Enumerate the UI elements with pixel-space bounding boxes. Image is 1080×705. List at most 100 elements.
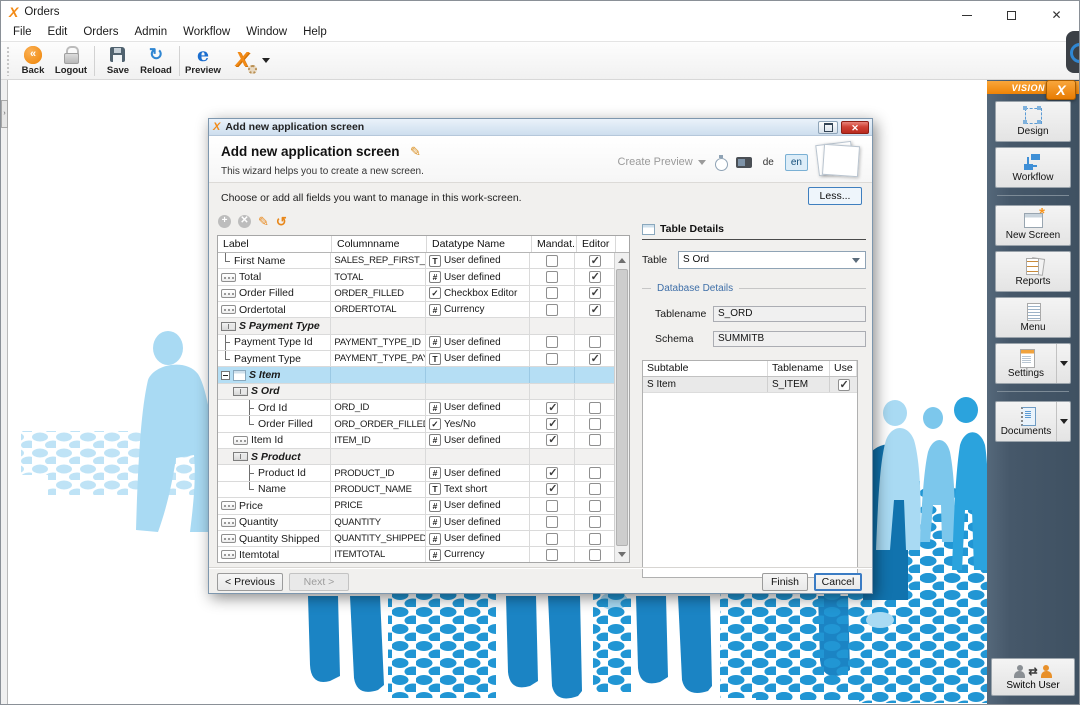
video-icon[interactable] xyxy=(736,157,752,168)
remove-row-icon[interactable]: ✕ xyxy=(238,215,251,228)
sidebar-item-menu[interactable]: Menu xyxy=(995,297,1071,338)
previous-button[interactable]: < Previous xyxy=(217,573,283,591)
column-header-datatype-name[interactable]: Datatype Name xyxy=(427,236,532,252)
use-checkbox[interactable] xyxy=(838,379,850,391)
mandatory-checkbox[interactable] xyxy=(546,418,558,430)
table-row[interactable]: Order FilledORD_ORDER_FILLED✓Yes/No xyxy=(218,416,614,432)
stopwatch-icon[interactable] xyxy=(714,155,728,170)
table-row[interactable]: Product IdPRODUCT_ID#User defined xyxy=(218,465,614,481)
editor-checkbox[interactable] xyxy=(589,516,601,528)
language-toggle-de[interactable]: de xyxy=(760,155,777,170)
menu-item-orders[interactable]: Orders xyxy=(75,24,126,40)
scroll-up-icon[interactable] xyxy=(615,253,629,268)
mandatory-checkbox[interactable] xyxy=(546,483,558,495)
tablename-field[interactable]: S_ORD xyxy=(713,306,866,322)
subtable-column-header-subtable[interactable]: Subtable xyxy=(643,361,768,376)
editor-checkbox[interactable] xyxy=(589,483,601,495)
table-row[interactable]: Payment TypePAYMENT_TYPE_PAYMEN...TUser … xyxy=(218,351,614,367)
grid-scrollbar[interactable] xyxy=(614,253,629,562)
vision-x-badge-icon[interactable]: X xyxy=(1046,80,1076,100)
table-row[interactable]: Item IdITEM_ID#User defined xyxy=(218,433,614,449)
table-row[interactable]: Quantity ShippedQUANTITY_SHIPPED#User de… xyxy=(218,531,614,547)
toolbar-button-save[interactable]: Save xyxy=(99,44,137,78)
toolbar-button-logout[interactable]: Logout xyxy=(52,44,90,78)
table-row[interactable]: Ord IdORD_ID#User defined xyxy=(218,400,614,416)
table-select[interactable]: S Ord xyxy=(678,251,866,269)
mandatory-checkbox[interactable] xyxy=(546,336,558,348)
column-header-mandat-[interactable]: Mandat... xyxy=(532,236,577,252)
editor-checkbox[interactable] xyxy=(589,434,601,446)
table-row[interactable]: S Ord xyxy=(218,384,614,400)
visionx-logo-icon[interactable]: X xyxy=(226,46,258,76)
editor-checkbox[interactable] xyxy=(589,271,601,283)
subtable-column-header-tablename[interactable]: Tablename xyxy=(768,361,830,376)
mandatory-checkbox[interactable] xyxy=(546,271,558,283)
editor-checkbox[interactable] xyxy=(589,549,601,561)
less-button[interactable]: Less... xyxy=(808,187,862,205)
editor-checkbox[interactable] xyxy=(589,304,601,316)
column-header-label[interactable]: Label xyxy=(218,236,332,252)
editor-checkbox[interactable] xyxy=(589,418,601,430)
cancel-button[interactable]: Cancel xyxy=(814,573,862,591)
editor-checkbox[interactable] xyxy=(589,533,601,545)
add-row-icon[interactable]: + xyxy=(218,215,231,228)
table-row[interactable]: TotalTOTAL#User defined xyxy=(218,269,614,285)
switch-user-button[interactable]: ⇄ Switch User xyxy=(991,658,1075,696)
dropdown-arrow-icon[interactable] xyxy=(1056,344,1070,383)
preview-thumbnail[interactable] xyxy=(816,142,862,180)
editor-checkbox[interactable] xyxy=(589,402,601,414)
left-splitter[interactable]: › xyxy=(1,80,8,704)
menu-item-edit[interactable]: Edit xyxy=(40,24,76,40)
menu-item-window[interactable]: Window xyxy=(238,24,295,40)
docked-panel-peek[interactable] xyxy=(1066,31,1079,73)
table-row[interactable]: Order FilledORDER_FILLED✓Checkbox Editor xyxy=(218,286,614,302)
dialog-restore-button[interactable] xyxy=(818,121,838,134)
menu-item-file[interactable]: File xyxy=(5,24,40,40)
table-row[interactable]: S Item xyxy=(218,367,614,383)
mandatory-checkbox[interactable] xyxy=(546,304,558,316)
mandatory-checkbox[interactable] xyxy=(546,500,558,512)
mandatory-checkbox[interactable] xyxy=(546,434,558,446)
table-row[interactable]: First NameSALES_REP_FIRST_NAMETUser defi… xyxy=(218,253,614,269)
edit-row-icon[interactable]: ✎ xyxy=(258,215,269,228)
editor-checkbox[interactable] xyxy=(589,500,601,512)
splitter-collapse-icon[interactable]: › xyxy=(1,100,8,128)
table-row[interactable]: NamePRODUCT_NAMETText short xyxy=(218,482,614,498)
sidebar-item-design[interactable]: Design xyxy=(995,101,1071,142)
dropdown-arrow-icon[interactable] xyxy=(1056,402,1070,441)
mandatory-checkbox[interactable] xyxy=(546,533,558,545)
refresh-icon[interactable]: ↺ xyxy=(276,215,287,228)
menu-item-workflow[interactable]: Workflow xyxy=(175,24,238,40)
finish-button[interactable]: Finish xyxy=(762,573,808,591)
editor-checkbox[interactable] xyxy=(589,336,601,348)
toolbar-button-preview[interactable]: ePreview xyxy=(184,44,222,78)
toolbar-dropdown-caret[interactable] xyxy=(262,58,270,67)
table-row[interactable]: S Product xyxy=(218,449,614,465)
sidebar-item-settings[interactable]: Settings xyxy=(995,343,1071,384)
table-row[interactable]: PricePRICE#User defined xyxy=(218,498,614,514)
subtable-column-header-use[interactable]: Use xyxy=(830,361,857,376)
sidebar-item-documents[interactable]: Documents xyxy=(995,401,1071,442)
editor-checkbox[interactable] xyxy=(589,353,601,365)
table-row[interactable]: ItemtotalITEMTOTAL#Currency xyxy=(218,547,614,562)
editor-checkbox[interactable] xyxy=(589,287,601,299)
mandatory-checkbox[interactable] xyxy=(546,353,558,365)
editor-checkbox[interactable] xyxy=(589,467,601,479)
toolbar-grip[interactable] xyxy=(6,46,11,76)
table-row[interactable]: S Payment Type xyxy=(218,318,614,334)
dialog-title-bar[interactable]: X Add new application screen ✕ xyxy=(209,119,872,136)
mandatory-checkbox[interactable] xyxy=(546,467,558,479)
next-button[interactable]: Next > xyxy=(289,573,349,591)
scroll-down-icon[interactable] xyxy=(615,547,629,562)
mandatory-checkbox[interactable] xyxy=(546,516,558,528)
mandatory-checkbox[interactable] xyxy=(546,287,558,299)
sidebar-item-workflow[interactable]: Workflow xyxy=(995,147,1071,188)
toolbar-button-reload[interactable]: ↻Reload xyxy=(137,44,175,78)
mandatory-checkbox[interactable] xyxy=(546,402,558,414)
create-preview-dropdown[interactable]: Create Preview xyxy=(618,156,706,169)
column-header-editor[interactable]: Editor xyxy=(577,236,616,252)
column-header-columnname[interactable]: Columnname xyxy=(332,236,427,252)
scrollbar-thumb[interactable] xyxy=(616,269,628,546)
mandatory-checkbox[interactable] xyxy=(546,255,558,267)
mandatory-checkbox[interactable] xyxy=(546,549,558,561)
